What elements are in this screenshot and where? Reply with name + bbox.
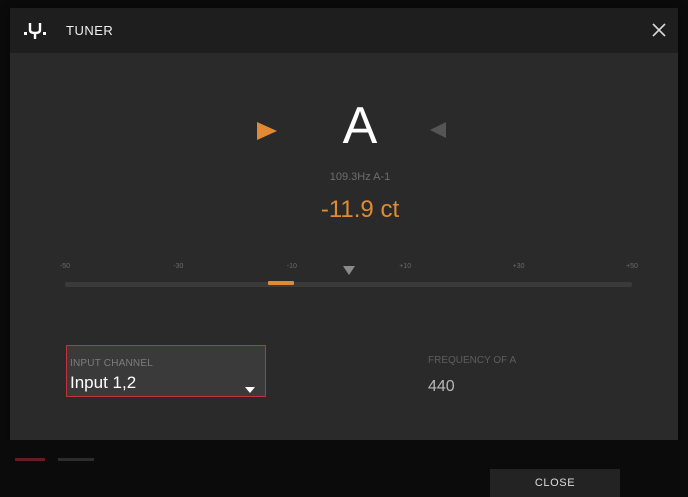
detected-note: A <box>342 97 378 155</box>
sharp-indicator-icon <box>430 122 446 143</box>
dialog-title: TUNER <box>66 23 114 38</box>
center-marker-icon <box>343 262 355 280</box>
input-channel-select[interactable]: INPUT CHANNEL Input 1,2 <box>66 345 266 397</box>
close-icon[interactable] <box>650 21 668 39</box>
scale-tick-label: -50 <box>59 263 71 270</box>
cents-readout: -11.9 ct <box>320 196 400 223</box>
scale-tick-label: +50 <box>626 263 638 270</box>
frequency-readout: 109.3Hz A-1 <box>329 171 391 183</box>
tuning-meter-track <box>65 282 632 287</box>
background-tab-indicator <box>58 458 94 461</box>
background-tab-indicator <box>15 458 45 461</box>
title-bar: TUNER <box>10 8 678 53</box>
input-channel-label: INPUT CHANNEL <box>70 358 153 369</box>
close-button[interactable]: CLOSE <box>490 469 620 497</box>
chevron-down-icon <box>245 380 255 398</box>
scale-tick-label: +10 <box>399 263 412 270</box>
flat-indicator-icon <box>257 121 277 146</box>
scale-tick-label: -30 <box>173 263 184 270</box>
input-channel-value: Input 1,2 <box>70 373 137 392</box>
scale-tick-label: +30 <box>512 263 525 270</box>
scale-tick-label: -10 <box>286 263 297 270</box>
frequency-of-a-label: FREQUENCY OF A <box>428 355 517 366</box>
tuner-dialog: TUNER A 109.3Hz A-1 -11.9 ct -50 -30 -10 +1… <box>10 8 678 440</box>
tuning-fork-icon <box>24 19 46 41</box>
tuning-meter-needle <box>268 281 295 285</box>
frequency-of-a-value[interactable]: 440 <box>428 378 455 396</box>
